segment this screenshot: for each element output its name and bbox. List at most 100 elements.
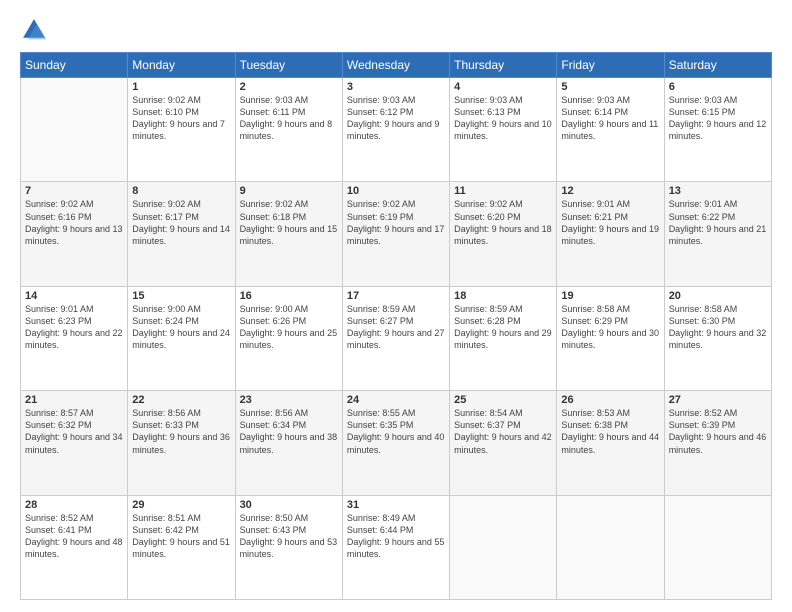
cell-info: Sunrise: 8:52 AMSunset: 6:41 PMDaylight:… — [25, 512, 123, 561]
day-number: 15 — [132, 290, 230, 302]
calendar-cell: 9Sunrise: 9:02 AMSunset: 6:18 PMDaylight… — [235, 182, 342, 286]
cell-info: Sunrise: 9:01 AMSunset: 6:22 PMDaylight:… — [669, 198, 767, 247]
calendar-cell: 15Sunrise: 9:00 AMSunset: 6:24 PMDayligh… — [128, 286, 235, 390]
cell-info: Sunrise: 8:59 AMSunset: 6:27 PMDaylight:… — [347, 303, 445, 352]
calendar-cell: 13Sunrise: 9:01 AMSunset: 6:22 PMDayligh… — [664, 182, 771, 286]
calendar-cell: 25Sunrise: 8:54 AMSunset: 6:37 PMDayligh… — [450, 391, 557, 495]
cell-info: Sunrise: 8:51 AMSunset: 6:42 PMDaylight:… — [132, 512, 230, 561]
calendar-cell: 12Sunrise: 9:01 AMSunset: 6:21 PMDayligh… — [557, 182, 664, 286]
cell-info: Sunrise: 8:58 AMSunset: 6:29 PMDaylight:… — [561, 303, 659, 352]
cell-info: Sunrise: 9:02 AMSunset: 6:19 PMDaylight:… — [347, 198, 445, 247]
calendar-header-saturday: Saturday — [664, 53, 771, 78]
calendar-cell: 31Sunrise: 8:49 AMSunset: 6:44 PMDayligh… — [342, 495, 449, 599]
calendar-header-row: SundayMondayTuesdayWednesdayThursdayFrid… — [21, 53, 772, 78]
cell-info: Sunrise: 8:56 AMSunset: 6:33 PMDaylight:… — [132, 407, 230, 456]
calendar-cell: 18Sunrise: 8:59 AMSunset: 6:28 PMDayligh… — [450, 286, 557, 390]
calendar-week-5: 28Sunrise: 8:52 AMSunset: 6:41 PMDayligh… — [21, 495, 772, 599]
calendar-cell: 22Sunrise: 8:56 AMSunset: 6:33 PMDayligh… — [128, 391, 235, 495]
cell-info: Sunrise: 9:02 AMSunset: 6:10 PMDaylight:… — [132, 94, 230, 143]
cell-info: Sunrise: 9:03 AMSunset: 6:15 PMDaylight:… — [669, 94, 767, 143]
day-number: 13 — [669, 185, 767, 197]
day-number: 20 — [669, 290, 767, 302]
day-number: 28 — [25, 499, 123, 511]
calendar-cell: 23Sunrise: 8:56 AMSunset: 6:34 PMDayligh… — [235, 391, 342, 495]
cell-info: Sunrise: 9:01 AMSunset: 6:21 PMDaylight:… — [561, 198, 659, 247]
calendar-cell: 5Sunrise: 9:03 AMSunset: 6:14 PMDaylight… — [557, 78, 664, 182]
calendar: SundayMondayTuesdayWednesdayThursdayFrid… — [20, 52, 772, 600]
calendar-cell: 27Sunrise: 8:52 AMSunset: 6:39 PMDayligh… — [664, 391, 771, 495]
day-number: 11 — [454, 185, 552, 197]
day-number: 18 — [454, 290, 552, 302]
cell-info: Sunrise: 8:49 AMSunset: 6:44 PMDaylight:… — [347, 512, 445, 561]
cell-info: Sunrise: 8:58 AMSunset: 6:30 PMDaylight:… — [669, 303, 767, 352]
calendar-week-2: 7Sunrise: 9:02 AMSunset: 6:16 PMDaylight… — [21, 182, 772, 286]
day-number: 31 — [347, 499, 445, 511]
day-number: 22 — [132, 394, 230, 406]
header — [20, 16, 772, 44]
calendar-cell: 7Sunrise: 9:02 AMSunset: 6:16 PMDaylight… — [21, 182, 128, 286]
cell-info: Sunrise: 8:55 AMSunset: 6:35 PMDaylight:… — [347, 407, 445, 456]
cell-info: Sunrise: 8:59 AMSunset: 6:28 PMDaylight:… — [454, 303, 552, 352]
cell-info: Sunrise: 9:02 AMSunset: 6:20 PMDaylight:… — [454, 198, 552, 247]
calendar-cell: 4Sunrise: 9:03 AMSunset: 6:13 PMDaylight… — [450, 78, 557, 182]
calendar-header-wednesday: Wednesday — [342, 53, 449, 78]
day-number: 5 — [561, 81, 659, 93]
calendar-week-4: 21Sunrise: 8:57 AMSunset: 6:32 PMDayligh… — [21, 391, 772, 495]
day-number: 2 — [240, 81, 338, 93]
day-number: 17 — [347, 290, 445, 302]
calendar-week-1: 1Sunrise: 9:02 AMSunset: 6:10 PMDaylight… — [21, 78, 772, 182]
cell-info: Sunrise: 8:52 AMSunset: 6:39 PMDaylight:… — [669, 407, 767, 456]
day-number: 10 — [347, 185, 445, 197]
day-number: 9 — [240, 185, 338, 197]
day-number: 26 — [561, 394, 659, 406]
calendar-header-sunday: Sunday — [21, 53, 128, 78]
calendar-cell: 21Sunrise: 8:57 AMSunset: 6:32 PMDayligh… — [21, 391, 128, 495]
cell-info: Sunrise: 8:54 AMSunset: 6:37 PMDaylight:… — [454, 407, 552, 456]
calendar-header-thursday: Thursday — [450, 53, 557, 78]
cell-info: Sunrise: 9:00 AMSunset: 6:24 PMDaylight:… — [132, 303, 230, 352]
day-number: 6 — [669, 81, 767, 93]
cell-info: Sunrise: 9:01 AMSunset: 6:23 PMDaylight:… — [25, 303, 123, 352]
day-number: 14 — [25, 290, 123, 302]
calendar-cell — [664, 495, 771, 599]
calendar-cell: 11Sunrise: 9:02 AMSunset: 6:20 PMDayligh… — [450, 182, 557, 286]
page: SundayMondayTuesdayWednesdayThursdayFrid… — [0, 0, 792, 612]
calendar-cell: 14Sunrise: 9:01 AMSunset: 6:23 PMDayligh… — [21, 286, 128, 390]
cell-info: Sunrise: 8:56 AMSunset: 6:34 PMDaylight:… — [240, 407, 338, 456]
day-number: 7 — [25, 185, 123, 197]
calendar-cell: 6Sunrise: 9:03 AMSunset: 6:15 PMDaylight… — [664, 78, 771, 182]
calendar-cell: 20Sunrise: 8:58 AMSunset: 6:30 PMDayligh… — [664, 286, 771, 390]
calendar-header-tuesday: Tuesday — [235, 53, 342, 78]
calendar-cell: 3Sunrise: 9:03 AMSunset: 6:12 PMDaylight… — [342, 78, 449, 182]
calendar-cell: 16Sunrise: 9:00 AMSunset: 6:26 PMDayligh… — [235, 286, 342, 390]
day-number: 30 — [240, 499, 338, 511]
day-number: 8 — [132, 185, 230, 197]
cell-info: Sunrise: 9:02 AMSunset: 6:18 PMDaylight:… — [240, 198, 338, 247]
calendar-cell: 2Sunrise: 9:03 AMSunset: 6:11 PMDaylight… — [235, 78, 342, 182]
cell-info: Sunrise: 8:50 AMSunset: 6:43 PMDaylight:… — [240, 512, 338, 561]
logo — [20, 16, 52, 44]
cell-info: Sunrise: 9:00 AMSunset: 6:26 PMDaylight:… — [240, 303, 338, 352]
calendar-cell: 8Sunrise: 9:02 AMSunset: 6:17 PMDaylight… — [128, 182, 235, 286]
calendar-cell: 10Sunrise: 9:02 AMSunset: 6:19 PMDayligh… — [342, 182, 449, 286]
calendar-cell: 1Sunrise: 9:02 AMSunset: 6:10 PMDaylight… — [128, 78, 235, 182]
day-number: 25 — [454, 394, 552, 406]
calendar-cell — [450, 495, 557, 599]
logo-icon — [20, 16, 48, 44]
day-number: 29 — [132, 499, 230, 511]
day-number: 12 — [561, 185, 659, 197]
calendar-cell: 29Sunrise: 8:51 AMSunset: 6:42 PMDayligh… — [128, 495, 235, 599]
day-number: 23 — [240, 394, 338, 406]
cell-info: Sunrise: 9:02 AMSunset: 6:17 PMDaylight:… — [132, 198, 230, 247]
calendar-cell — [557, 495, 664, 599]
calendar-header-friday: Friday — [557, 53, 664, 78]
calendar-header-monday: Monday — [128, 53, 235, 78]
day-number: 21 — [25, 394, 123, 406]
cell-info: Sunrise: 9:03 AMSunset: 6:12 PMDaylight:… — [347, 94, 445, 143]
day-number: 19 — [561, 290, 659, 302]
day-number: 16 — [240, 290, 338, 302]
cell-info: Sunrise: 9:03 AMSunset: 6:13 PMDaylight:… — [454, 94, 552, 143]
day-number: 4 — [454, 81, 552, 93]
cell-info: Sunrise: 9:03 AMSunset: 6:11 PMDaylight:… — [240, 94, 338, 143]
calendar-cell: 17Sunrise: 8:59 AMSunset: 6:27 PMDayligh… — [342, 286, 449, 390]
